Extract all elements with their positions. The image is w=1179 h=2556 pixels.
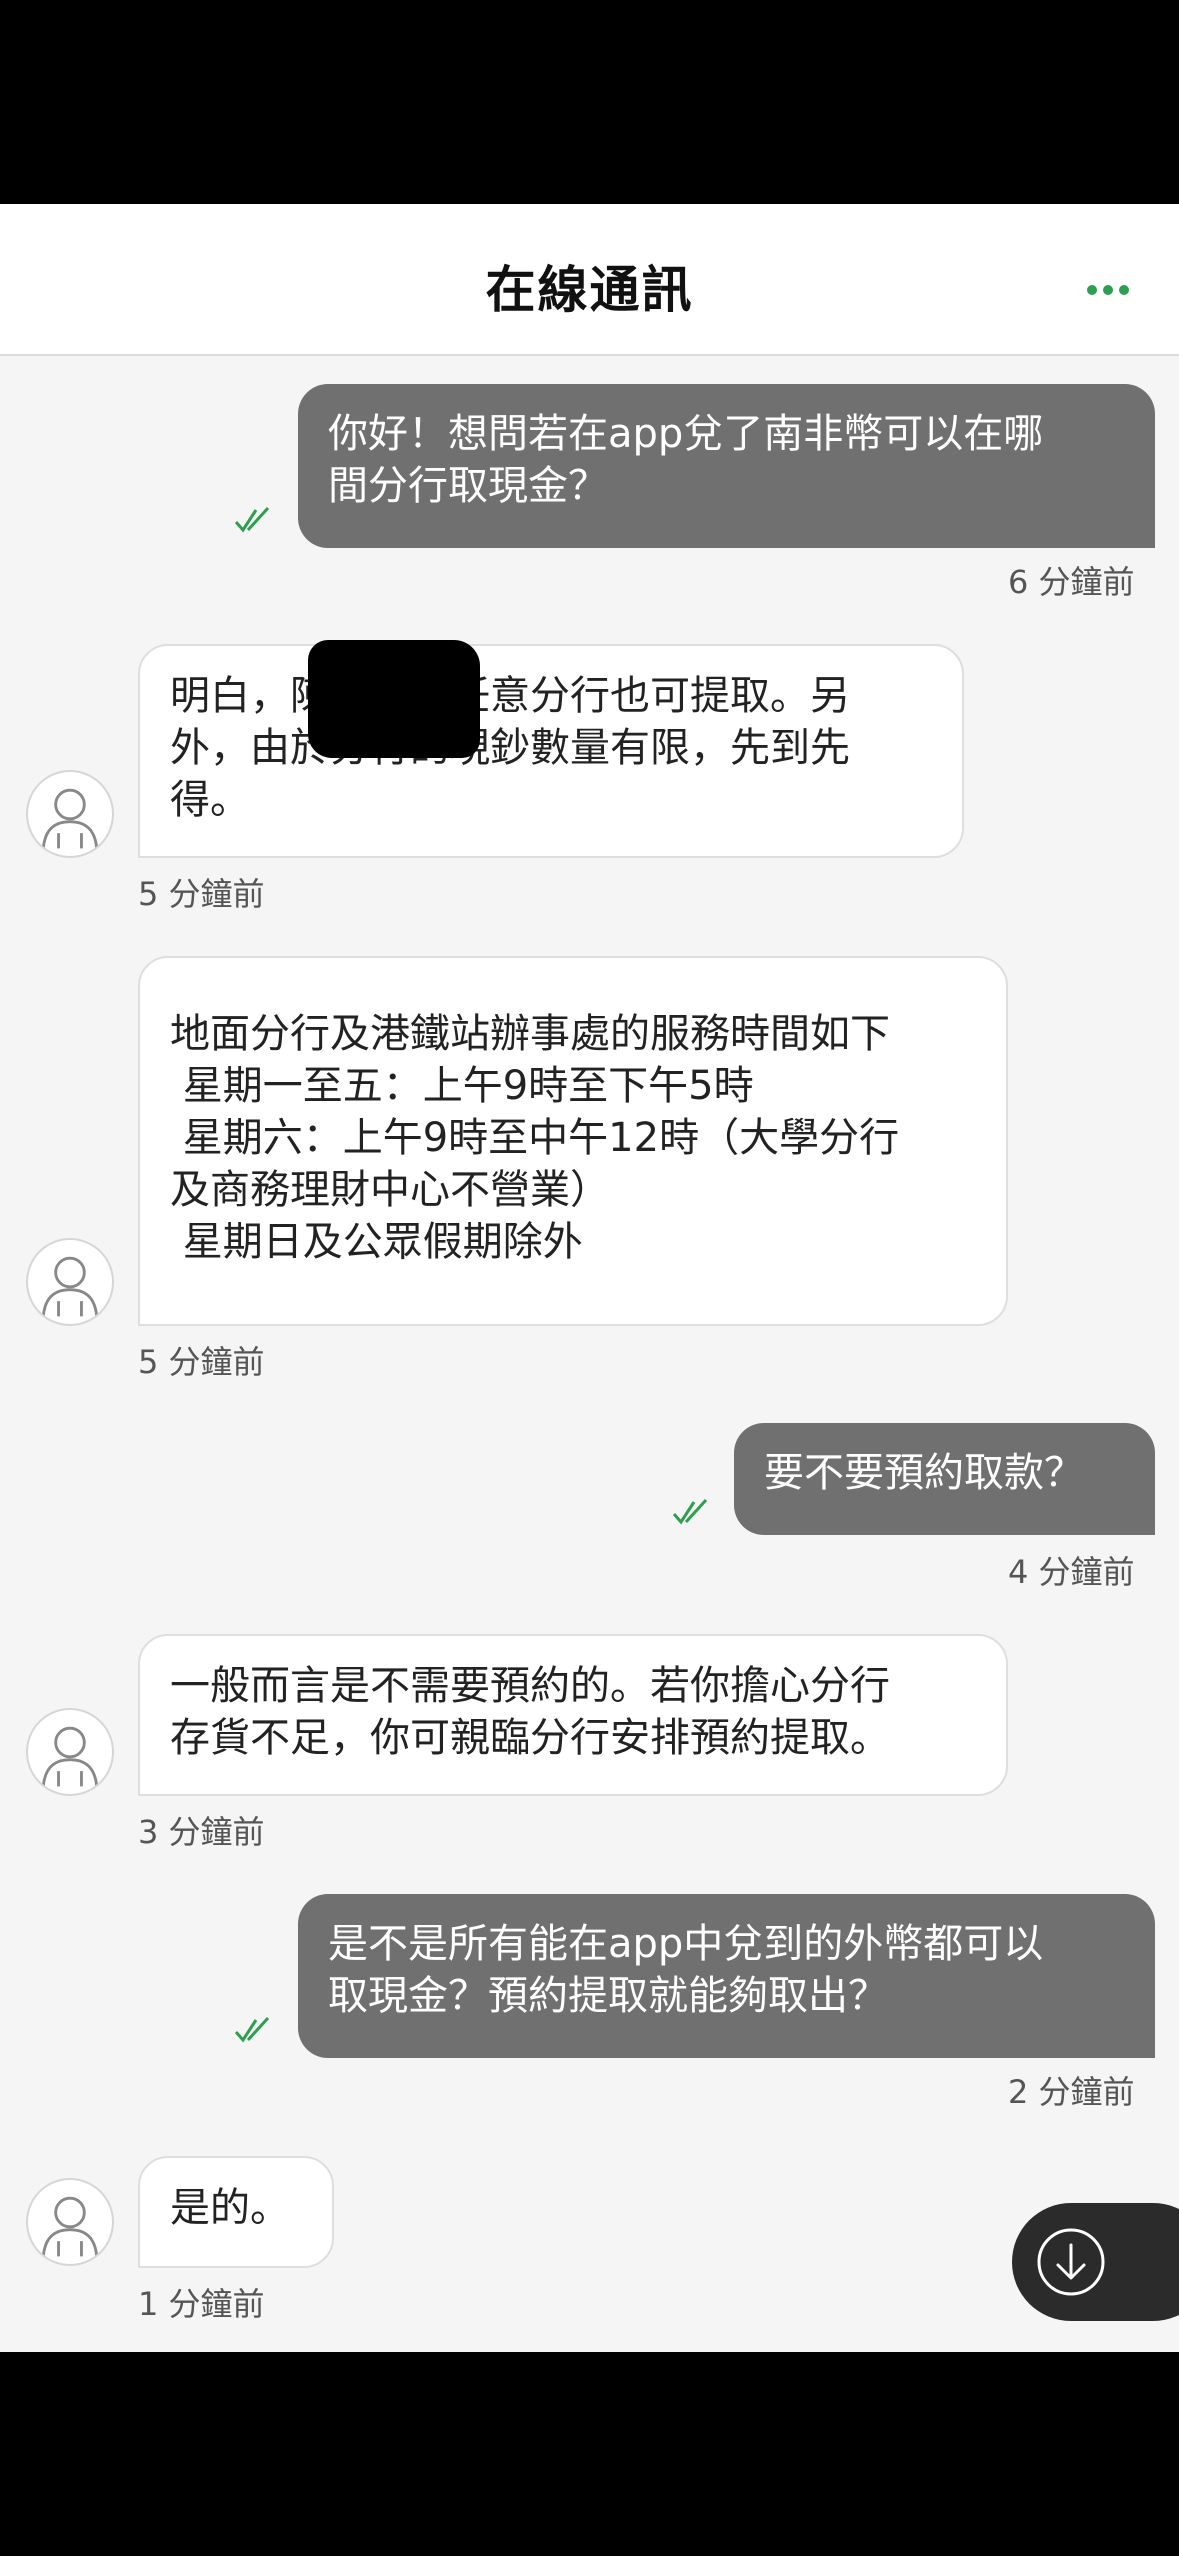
outgoing-message[interactable]: 要不要預約取款？	[734, 1423, 1155, 1535]
incoming-message[interactable]: 地面分行及港鐵站辦事處的服務時間如下 星期一至五：上午9時至下午5時 星期六：上…	[138, 956, 1008, 1326]
double-check-icon	[234, 2016, 270, 2043]
redacted-name	[308, 640, 480, 758]
agent-avatar	[26, 2178, 114, 2266]
agent-avatar	[26, 1708, 114, 1796]
chat-thread[interactable]: 你好！想問若在app兌了南非幣可以在哪 間分行取現金？ 6 分鐘前 明白，陳先生…	[0, 356, 1179, 2352]
user-avatar-icon	[41, 1256, 99, 1317]
outgoing-message[interactable]: 是不是所有能在app中兌到的外幣都可以 取現金？預約提取就能夠取出？	[298, 1894, 1155, 2058]
status-bar-area	[0, 0, 1179, 204]
incoming-message[interactable]: 一般而言是不需要預約的。若你擔心分行 存貨不足，你可親臨分行安排預約提取。	[138, 1634, 1008, 1796]
more-options-button[interactable]	[1080, 270, 1140, 310]
message-timestamp: 5 分鐘前	[138, 875, 265, 913]
chat-header: 在線通訊	[0, 204, 1179, 519]
message-timestamp: 3 分鐘前	[138, 1813, 265, 1851]
scroll-to-bottom-button[interactable]	[1012, 2203, 1179, 2321]
incoming-message[interactable]: 是的。	[138, 2156, 334, 2268]
incoming-message[interactable]: 明白，陳先生，任意分行也可提取。另 外，由於分行的現鈔數量有限，先到先 得。	[138, 644, 964, 858]
user-avatar-icon	[41, 788, 99, 849]
agent-avatar	[26, 770, 114, 858]
message-timestamp: 6 分鐘前	[1008, 563, 1135, 601]
user-avatar-icon	[41, 1726, 99, 1787]
message-timestamp: 5 分鐘前	[138, 1343, 265, 1381]
message-timestamp: 4 分鐘前	[1008, 1553, 1135, 1591]
double-check-icon	[672, 1498, 708, 1525]
user-avatar-icon	[41, 2196, 99, 2257]
message-timestamp: 2 分鐘前	[1008, 2073, 1135, 2111]
agent-avatar	[26, 1238, 114, 1326]
arrow-down-circle-icon	[1037, 2228, 1105, 2296]
more-dots-icon	[1087, 285, 1129, 295]
outgoing-message[interactable]: 你好！想問若在app兌了南非幣可以在哪 間分行取現金？	[298, 384, 1155, 548]
message-timestamp: 1 分鐘前	[138, 2285, 265, 2323]
page-title: 在線通訊	[485, 261, 694, 319]
home-indicator-area	[0, 2352, 1179, 2556]
double-check-icon	[234, 506, 270, 533]
